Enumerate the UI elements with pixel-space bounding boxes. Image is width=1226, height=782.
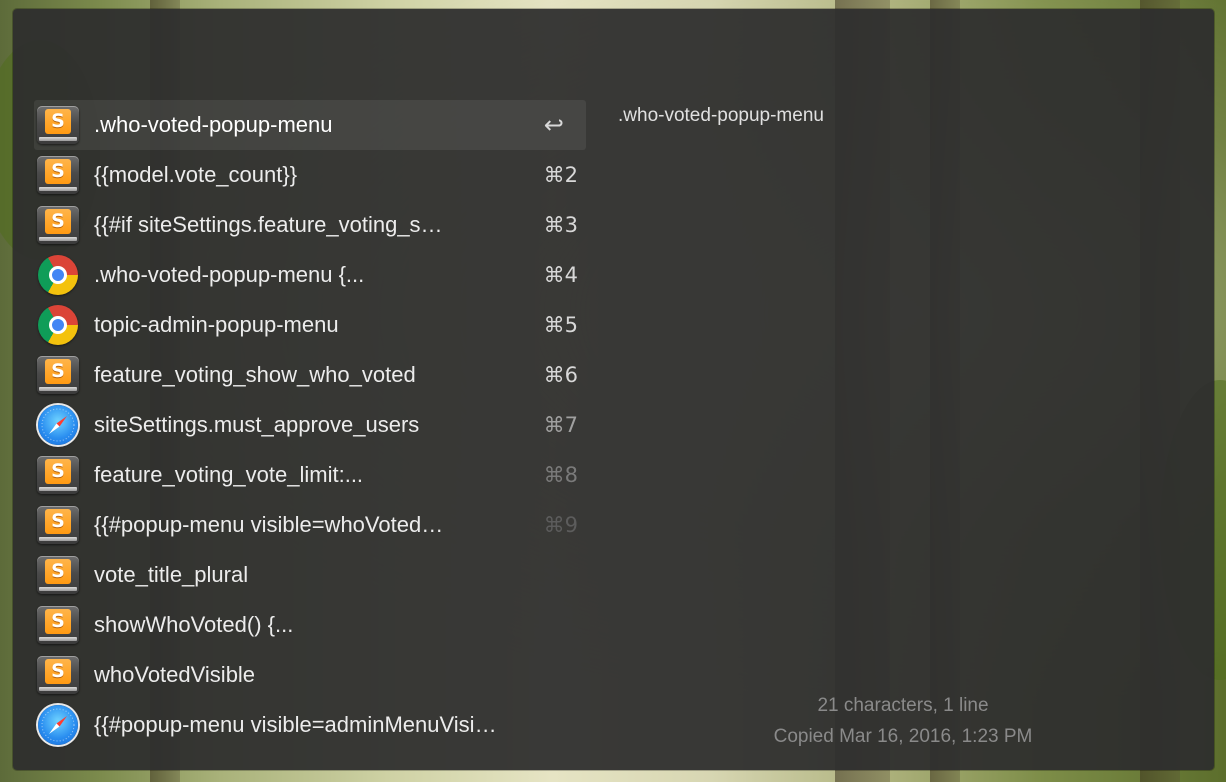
clip-list-item[interactable]: .who-voted-popup-menu {... ⌘4 <box>34 250 586 300</box>
preview-text: .who-voted-popup-menu <box>618 105 824 126</box>
keyboard-shortcut: ⌘9 <box>543 513 578 537</box>
keyboard-shortcut: ⌘5 <box>543 313 578 337</box>
sublime-text-icon: S <box>36 553 80 597</box>
clip-list-item[interactable]: S {{#popup-menu visible=whoVoted… ⌘9 <box>34 500 586 550</box>
clip-list-item[interactable]: Sfeature_voting_vote_limit:... ⌘8 <box>34 450 586 500</box>
clip-text: {{#popup-menu visible=whoVoted… <box>94 512 444 537</box>
clip-list-item[interactable]: SshowWhoVoted() {... <box>34 600 586 650</box>
clip-list-item[interactable]: S {{model.vote_count}} ⌘2 <box>34 150 586 200</box>
sublime-text-icon: S <box>36 653 80 697</box>
clip-text: .who-voted-popup-menu {... <box>94 262 365 287</box>
clip-list-item[interactable]: S {{#if siteSettings.feature_voting_s… ⌘3 <box>34 200 586 250</box>
clip-text: showWhoVoted() {... <box>94 612 294 637</box>
chrome-icon <box>36 253 80 297</box>
sublime-text-icon: S <box>36 503 80 547</box>
clip-list-item[interactable]: siteSettings.must_approve_users ⌘7 <box>34 400 586 450</box>
safari-icon <box>36 403 80 447</box>
clipboard-manager-panel: S .who-voted-popup-menu ↩ S {{model.vote_cou… <box>13 9 1214 770</box>
clip-list-item[interactable]: SwhoVotedVisible <box>34 650 586 700</box>
preview-copied-date: Copied Mar 16, 2016, 1:23 PM <box>773 726 1033 747</box>
clip-list-item[interactable]: Sfeature_voting_show_who_voted ⌘6 <box>34 350 586 400</box>
sublime-text-icon: S <box>36 453 80 497</box>
clip-text: vote_title_plural <box>94 562 249 587</box>
clip-text: whoVotedVisible <box>94 662 256 687</box>
clip-text: feature_voting_show_who_voted <box>94 362 416 387</box>
clip-text: topic-admin-popup-menu <box>94 312 339 337</box>
sublime-text-icon: S <box>36 353 80 397</box>
return-key-icon: ↩ <box>543 111 564 139</box>
safari-icon <box>36 703 80 747</box>
keyboard-shortcut: ⌘6 <box>543 363 578 387</box>
keyboard-shortcut: ⌘3 <box>543 213 578 237</box>
preview-character-count: 21 characters, 1 line <box>817 695 989 716</box>
keyboard-shortcut: ⌘8 <box>543 463 578 487</box>
sublime-text-icon: S <box>36 603 80 647</box>
keyboard-shortcut: ⌘2 <box>543 163 578 187</box>
clip-text: {{model.vote_count}} <box>94 162 298 187</box>
clip-text: {{#if siteSettings.feature_voting_s… <box>94 212 443 237</box>
chrome-icon <box>36 303 80 347</box>
sublime-text-icon: S <box>36 153 80 197</box>
clip-text: siteSettings.must_approve_users <box>94 412 420 437</box>
clip-text: feature_voting_vote_limit:... <box>94 462 364 487</box>
sublime-text-icon: S <box>36 203 80 247</box>
clip-list-item[interactable]: S .who-voted-popup-menu ↩ <box>34 100 586 150</box>
keyboard-shortcut: ⌘4 <box>543 263 578 287</box>
clip-text: {{#popup-menu visible=adminMenuVisi… <box>94 712 497 737</box>
clip-list-item[interactable]: {{#popup-menu visible=adminMenuVisi… <box>34 700 586 750</box>
keyboard-shortcut: ⌘7 <box>543 413 578 437</box>
sublime-text-icon: S <box>36 103 80 147</box>
clip-list-item[interactable]: topic-admin-popup-menu ⌘5 <box>34 300 586 350</box>
clipboard-history-list: S .who-voted-popup-menu ↩ S {{model.vote_cou… <box>34 100 586 750</box>
clip-text: .who-voted-popup-menu <box>94 112 333 137</box>
clip-list-item[interactable]: Svote_title_plural <box>34 550 586 600</box>
